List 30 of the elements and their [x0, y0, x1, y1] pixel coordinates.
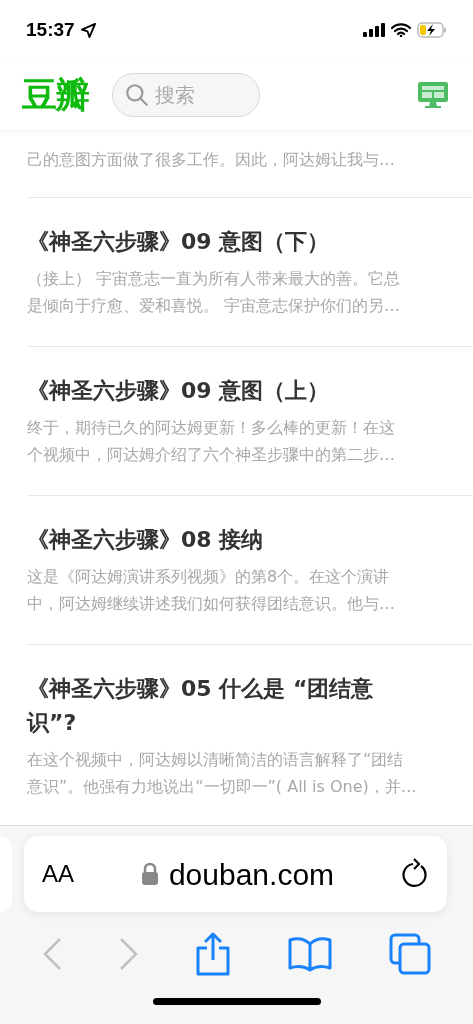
- item-title[interactable]: 《神圣六步骤》09 意图（下）: [27, 225, 473, 259]
- location-icon: [80, 22, 96, 38]
- item-description: 己的意图方面做了很多工作。因此，阿达姆让我与…: [27, 149, 396, 171]
- wifi-icon: [391, 23, 411, 37]
- share-icon[interactable]: [195, 932, 232, 976]
- item-description: 终于，期待已久的阿达姆更新！多么棒的更新！在这: [27, 417, 396, 439]
- item-description: 个视频中，阿达姆介绍了六个神圣步骤中的第二步…: [27, 444, 396, 466]
- text-size-button[interactable]: AA: [42, 856, 74, 892]
- item-title[interactable]: 《神圣六步骤》09 意图（上）: [27, 374, 473, 408]
- item-title[interactable]: 识”?: [27, 706, 473, 740]
- search-icon: [124, 82, 150, 108]
- lock-icon: [140, 862, 159, 886]
- battery-charging-icon: [417, 22, 447, 38]
- book-icon[interactable]: [288, 936, 333, 972]
- search-field[interactable]: 搜索: [112, 73, 260, 117]
- item-title[interactable]: 《神圣六步骤》08 接纳: [27, 523, 473, 557]
- item-description: 是倾向于疗愈、爱和喜悦。 宇宙意志保护你们的另…: [27, 295, 402, 317]
- item-description: 中，阿达姆继续讲述我们如何获得团结意识。他与…: [27, 593, 396, 615]
- tabs-icon[interactable]: [388, 933, 431, 975]
- item-description: 意识”。他强有力地说出“一切即一”( All is One)，并…: [27, 776, 418, 798]
- item-description: 在这个视频中，阿达姆以清晰简洁的语言解释了“团结: [27, 749, 405, 771]
- item-title[interactable]: 《神圣六步骤》05 什么是 “团结意: [27, 672, 473, 706]
- status-time: 15:37: [26, 17, 75, 42]
- desktop-icon[interactable]: [417, 81, 449, 109]
- signal-icon: [363, 23, 385, 37]
- reload-icon[interactable]: [401, 858, 429, 890]
- address-bar[interactable]: AA douban.com: [24, 836, 447, 912]
- item-description: 这是《阿达姆演讲系列视频》的第8个。在这个演讲: [27, 566, 391, 588]
- item-description: （接上） 宇宙意志一直为所有人带来最大的善。它总: [27, 268, 402, 290]
- url-text[interactable]: douban.com: [168, 851, 335, 897]
